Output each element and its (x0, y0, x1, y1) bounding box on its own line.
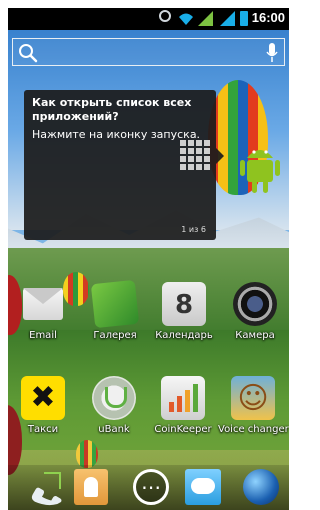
apps-icon[interactable] (133, 469, 169, 505)
calendar-icon (162, 282, 206, 326)
app-label: Email (29, 330, 57, 341)
android-icon (240, 150, 280, 193)
battery-icon (240, 11, 248, 26)
wallpaper (8, 10, 289, 510)
wifi-icon (179, 13, 193, 25)
signal-icon (220, 11, 235, 26)
app-label: Календарь (155, 330, 213, 341)
email-icon (23, 288, 63, 320)
search-icon[interactable] (17, 42, 39, 64)
app-calendar[interactable]: Календарь (149, 282, 219, 341)
status-bar[interactable]: 16:00 (8, 8, 289, 30)
app-label: Галерея (93, 330, 137, 341)
apps-grid-icon (180, 140, 210, 170)
app-label: Voice changer (218, 424, 289, 435)
mic-icon[interactable] (266, 43, 278, 63)
coinkeeper-icon (161, 376, 205, 420)
android-home-screen: 16:00 Как открыть список всех приложений… (0, 0, 289, 510)
hot-air-balloon (76, 440, 98, 468)
tip-title: Как открыть список всех приложений? (32, 96, 192, 123)
phone-icon[interactable] (24, 469, 64, 507)
tip-pointer (216, 148, 224, 164)
app-camera[interactable]: Камера (220, 282, 289, 341)
app-label: Камера (235, 330, 275, 341)
google-search-bar[interactable] (12, 38, 285, 66)
clock: 16:00 (251, 10, 285, 25)
app-label: uBank (98, 424, 130, 435)
gallery-icon (90, 279, 140, 329)
dock (8, 465, 289, 510)
tip-page-indicator: 1 из 6 (181, 225, 206, 234)
app-email[interactable]: Email (8, 282, 78, 341)
app-taxi[interactable]: Такси (8, 376, 78, 435)
browser-icon[interactable] (243, 469, 279, 505)
signal-icon (198, 11, 213, 26)
app-voice-changer[interactable]: Voice changer (218, 376, 289, 435)
camera-icon (233, 282, 277, 326)
alarm-icon (159, 10, 171, 22)
app-ubank[interactable]: uBank (79, 376, 149, 435)
app-coinkeeper[interactable]: CoinKeeper (148, 376, 218, 435)
ubank-icon (92, 376, 136, 420)
voice-changer-icon (231, 376, 275, 420)
app-label: CoinKeeper (154, 424, 212, 435)
taxi-icon (21, 376, 65, 420)
messages-icon[interactable] (185, 469, 221, 505)
contacts-icon[interactable] (74, 469, 108, 505)
app-label: Такси (27, 424, 59, 435)
app-gallery[interactable]: Галерея (80, 279, 150, 341)
onboarding-tip-card[interactable]: Как открыть список всех приложений? Нажм… (24, 90, 224, 240)
